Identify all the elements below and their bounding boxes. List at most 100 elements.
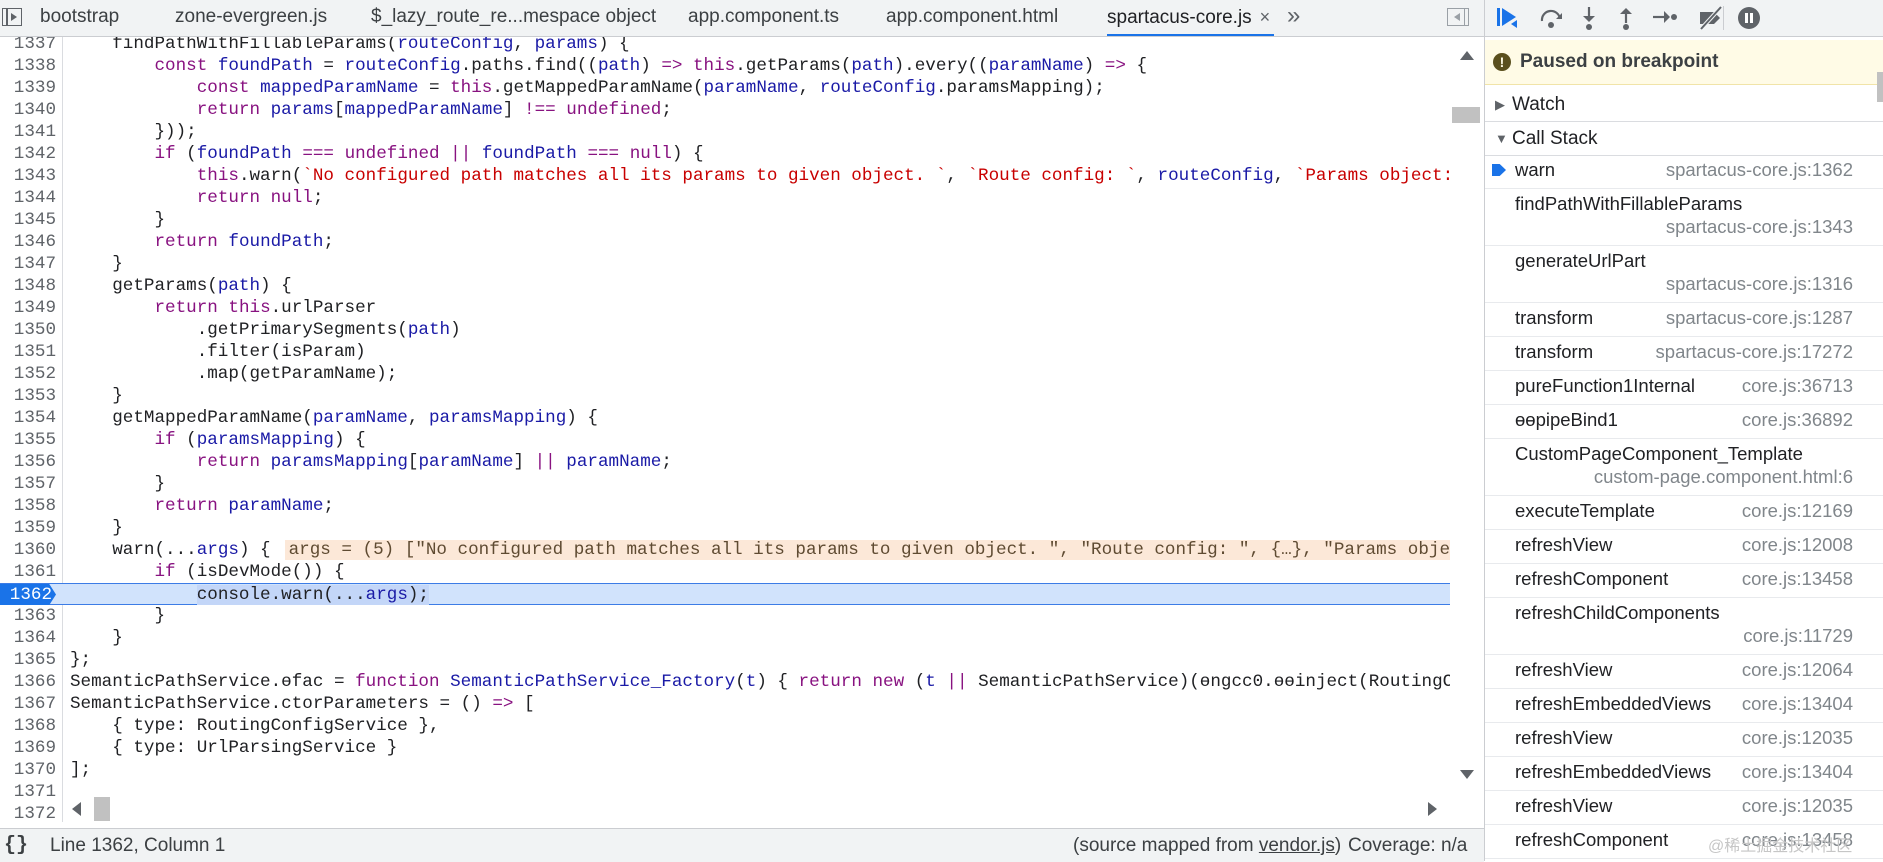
step-icon[interactable]	[1650, 4, 1678, 32]
line-number[interactable]: 1354	[0, 407, 56, 429]
frame-location-link[interactable]: core.js:36713	[1742, 375, 1853, 397]
watch-section-header[interactable]: ▶ Watch	[1485, 88, 1883, 122]
scroll-up-icon[interactable]	[1460, 51, 1474, 60]
frame-location-link[interactable]: spartacus-core.js:1316	[1666, 273, 1853, 295]
frame-location-link[interactable]: core.js:13404	[1742, 693, 1853, 715]
resume-icon[interactable]	[1495, 4, 1523, 32]
line-number[interactable]: 1367	[0, 693, 56, 715]
line-number[interactable]: 1350	[0, 319, 56, 341]
tab-spartacus-core[interactable]: spartacus-core.js ×	[1107, 0, 1275, 36]
frame-location-link[interactable]: spartacus-core.js:1362	[1666, 159, 1853, 181]
horizontal-scroll-thumb[interactable]	[94, 797, 110, 821]
line-number[interactable]: 1346	[0, 231, 56, 253]
source-map-link[interactable]: vendor.js	[1259, 835, 1335, 856]
more-tabs-button[interactable]: »	[1287, 2, 1300, 30]
frame-location-link[interactable]: core.js:36892	[1742, 409, 1853, 431]
breakpoint-marker[interactable]: 1362	[0, 584, 56, 605]
call-stack-section-header[interactable]: ▼ Call Stack	[1485, 122, 1883, 156]
tab-bootstrap[interactable]: bootstrap	[40, 0, 119, 36]
line-number[interactable]: 1344	[0, 187, 56, 209]
frame-location-link[interactable]: spartacus-core.js:1287	[1666, 307, 1853, 329]
call-frame-current[interactable]: warn spartacus-core.js:1362	[1485, 155, 1883, 189]
line-number[interactable]: 1361	[0, 561, 56, 583]
call-frame[interactable]: pureFunction1Internal core.js:36713	[1485, 371, 1883, 405]
call-frame[interactable]: ɵɵpipeBind1 core.js:36892	[1485, 405, 1883, 439]
call-frame[interactable]: CustomPageComponent_Template custom-page.…	[1485, 439, 1883, 496]
line-number[interactable]: 1347	[0, 253, 56, 275]
tab-app-component-html[interactable]: app.component.html	[886, 0, 1058, 36]
line-number[interactable]: 1359	[0, 517, 56, 539]
tab-lazy-route[interactable]: $_lazy_route_re...mespace object	[371, 0, 656, 36]
frame-location-link[interactable]: spartacus-core.js:17272	[1656, 341, 1853, 363]
line-number[interactable]: 1371	[0, 781, 56, 803]
scroll-left-icon[interactable]	[72, 802, 81, 816]
close-tab-icon[interactable]: ×	[1260, 7, 1271, 27]
scroll-down-icon[interactable]	[1460, 770, 1474, 779]
frame-location-link[interactable]: core.js:12008	[1742, 534, 1853, 556]
call-frame[interactable]: transform spartacus-core.js:1287	[1485, 303, 1883, 337]
frame-location-link[interactable]: custom-page.component.html:6	[1594, 466, 1853, 488]
line-number[interactable]: 1365	[0, 649, 56, 671]
sidebar-scroll-thumb[interactable]	[1877, 72, 1883, 102]
line-number[interactable]: 1357	[0, 473, 56, 495]
line-number[interactable]: 1337	[0, 37, 56, 55]
pretty-print-button[interactable]: {}	[4, 829, 28, 862]
line-number[interactable]: 1360	[0, 539, 56, 561]
call-frame[interactable]: executeTemplate core.js:12169	[1485, 496, 1883, 530]
call-frame[interactable]: refreshComponent core.js:13458	[1485, 564, 1883, 598]
line-number[interactable]: 1356	[0, 451, 56, 473]
line-number[interactable]: 1345	[0, 209, 56, 231]
call-frame[interactable]: refreshView core.js:12064	[1485, 655, 1883, 689]
deactivate-breakpoints-icon[interactable]	[1697, 4, 1725, 32]
line-number[interactable]: 1351	[0, 341, 56, 363]
line-number[interactable]: 1338	[0, 55, 56, 77]
scroll-right-icon[interactable]	[1428, 802, 1437, 816]
call-frame[interactable]: transform spartacus-core.js:17272	[1485, 337, 1883, 371]
scroll-thumb[interactable]	[1452, 107, 1480, 123]
step-into-icon[interactable]	[1575, 4, 1603, 32]
line-number[interactable]: 1342	[0, 143, 56, 165]
step-out-icon[interactable]	[1612, 4, 1640, 32]
line-number[interactable]: 1366	[0, 671, 56, 693]
navigator-toggle-icon[interactable]	[2, 8, 22, 26]
frame-location-link[interactable]: core.js:12064	[1742, 659, 1853, 681]
frame-location-link[interactable]: core.js:11729	[1743, 625, 1853, 647]
call-frame[interactable]: refreshEmbeddedViews core.js:13404	[1485, 757, 1883, 791]
code-editor[interactable]: 1337 findPathWithFillableParams(routeCon…	[0, 37, 1450, 822]
call-frame[interactable]: generateUrlPart spartacus-core.js:1316	[1485, 246, 1883, 303]
call-frame[interactable]: refreshChildComponents core.js:11729	[1485, 598, 1883, 655]
line-number[interactable]: 1348	[0, 275, 56, 297]
frame-location-link[interactable]: core.js:13404	[1742, 761, 1853, 783]
vertical-scrollbar[interactable]	[1450, 37, 1484, 797]
line-number[interactable]: 1349	[0, 297, 56, 319]
frame-location-link[interactable]: core.js:12169	[1742, 500, 1853, 522]
call-frame[interactable]: refreshView core.js:12035	[1485, 723, 1883, 757]
line-number[interactable]: 1340	[0, 99, 56, 121]
line-number[interactable]: 1343	[0, 165, 56, 187]
debugger-sidebar-toggle-icon[interactable]	[1447, 8, 1469, 26]
line-number[interactable]: 1368	[0, 715, 56, 737]
line-number[interactable]: 1353	[0, 385, 56, 407]
line-number[interactable]: 1358	[0, 495, 56, 517]
call-frame[interactable]: refreshView core.js:12008	[1485, 530, 1883, 564]
call-frame[interactable]: refreshEmbeddedViews core.js:13404	[1485, 689, 1883, 723]
pause-on-exceptions-icon[interactable]	[1735, 4, 1763, 32]
tab-zone-evergreen[interactable]: zone-evergreen.js	[175, 0, 327, 36]
line-number[interactable]: 1341	[0, 121, 56, 143]
line-number[interactable]: 1369	[0, 737, 56, 759]
line-number[interactable]: 1363	[0, 605, 56, 627]
line-number[interactable]: 1370	[0, 759, 56, 781]
step-over-icon[interactable]	[1537, 4, 1565, 32]
horizontal-scrollbar[interactable]	[62, 795, 1450, 823]
frame-location-link[interactable]: core.js:13458	[1742, 568, 1853, 590]
line-number[interactable]: 1352	[0, 363, 56, 385]
frame-location-link[interactable]: spartacus-core.js:1343	[1666, 216, 1853, 238]
line-number[interactable]: 1364	[0, 627, 56, 649]
frame-location-link[interactable]: core.js:12035	[1742, 727, 1853, 749]
call-frame[interactable]: findPathWithFillableParams spartacus-core…	[1485, 189, 1883, 246]
line-number[interactable]: 1355	[0, 429, 56, 451]
call-frame[interactable]: refreshView core.js:12035	[1485, 791, 1883, 825]
line-number[interactable]: 1339	[0, 77, 56, 99]
line-number[interactable]: 1372	[0, 803, 56, 822]
frame-location-link[interactable]: core.js:12035	[1742, 795, 1853, 817]
